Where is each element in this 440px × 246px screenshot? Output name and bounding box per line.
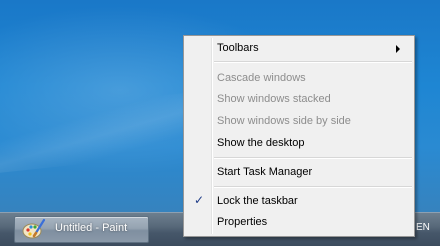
menu-item-start-task-manager[interactable]: Start Task Manager <box>217 166 312 178</box>
menu-item-cascade-windows[interactable]: Cascade windows <box>217 72 306 84</box>
menu-item-show-windows-stacked[interactable]: Show windows stacked <box>217 93 331 105</box>
menu-item-toolbars[interactable]: Toolbars <box>217 42 259 54</box>
language-indicator[interactable]: EN <box>416 222 430 233</box>
menu-item-lock-the-taskbar[interactable]: Lock the taskbar <box>217 195 298 207</box>
menu-item-show-windows-side-by-side[interactable]: Show windows side by side <box>217 115 351 127</box>
menu-gutter-divider <box>211 38 213 234</box>
menu-item-properties[interactable]: Properties <box>217 216 267 228</box>
menu-separator <box>214 186 412 188</box>
taskbar-button-label: Untitled - Paint <box>55 222 128 234</box>
checkmark-icon: ✓ <box>194 193 205 207</box>
taskbar-context-menu: Toolbars Cascade windows Show windows st… <box>183 35 415 237</box>
menu-separator <box>214 61 412 63</box>
paint-icon <box>22 218 46 239</box>
submenu-arrow-icon <box>396 45 400 53</box>
menu-separator <box>214 157 412 159</box>
menu-item-show-the-desktop[interactable]: Show the desktop <box>217 137 304 149</box>
